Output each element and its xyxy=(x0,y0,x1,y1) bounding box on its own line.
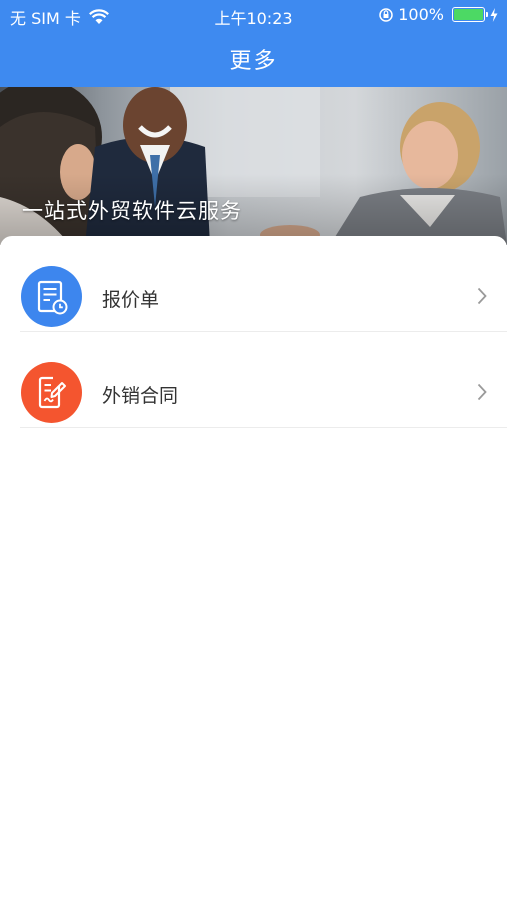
list-item-quotation[interactable]: 报价单 xyxy=(0,236,507,332)
banner-caption: 一站式外贸软件云服务 xyxy=(22,199,242,223)
orientation-lock-icon xyxy=(378,7,394,23)
charging-icon xyxy=(489,7,499,23)
battery-percent: 100% xyxy=(398,5,444,24)
contract-icon xyxy=(21,362,82,423)
status-right: 100% xyxy=(378,5,499,24)
page-title: 更多 xyxy=(229,49,278,74)
top-bar: 无 SIM 卡 上午10:23 100% 更多 xyxy=(0,0,507,87)
export-contract-label: 外销合同 xyxy=(102,385,179,407)
battery-fill xyxy=(454,9,483,20)
status-bar: 无 SIM 卡 上午10:23 100% xyxy=(0,0,507,30)
list-item-export-contract[interactable]: 外销合同 xyxy=(0,332,507,428)
quotation-label: 报价单 xyxy=(102,289,160,311)
battery-tip xyxy=(486,12,488,17)
chevron-right-icon xyxy=(477,383,487,401)
divider xyxy=(20,427,507,428)
quotation-icon xyxy=(21,266,82,327)
battery-icon xyxy=(452,7,488,22)
chevron-right-icon xyxy=(477,287,487,305)
menu-list: 报价单 外销合同 xyxy=(0,236,507,900)
banner[interactable]: 一站式外贸软件云服务 xyxy=(0,87,507,245)
